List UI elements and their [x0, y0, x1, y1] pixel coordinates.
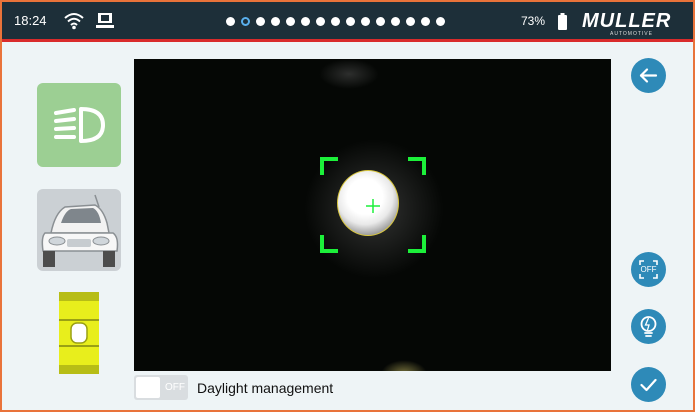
page-indicator — [226, 17, 445, 27]
confirm-button[interactable] — [631, 367, 666, 402]
level-icon — [59, 292, 99, 374]
page-dot[interactable] — [421, 17, 430, 26]
page-dot[interactable] — [331, 17, 340, 26]
headlight-mode-button[interactable] — [37, 83, 121, 167]
car-icon — [41, 194, 119, 267]
check-icon — [640, 378, 657, 392]
bulb-button[interactable] — [631, 309, 666, 344]
wifi-icon — [64, 13, 84, 30]
page-dot[interactable] — [406, 17, 415, 26]
page-dot[interactable] — [391, 17, 400, 26]
page-dot[interactable] — [376, 17, 385, 26]
headlight-icon — [54, 107, 105, 143]
page-dot[interactable] — [271, 17, 280, 26]
brand-logo: MULLER — [582, 10, 672, 32]
page-dot[interactable] — [436, 17, 445, 26]
page-dot[interactable] — [226, 17, 235, 26]
status-bar: 18:24 73% MULLER AUTOMOTIVE — [2, 2, 693, 42]
battery-icon — [558, 13, 567, 30]
vehicle-button[interactable] — [37, 189, 121, 271]
back-button[interactable] — [631, 58, 666, 93]
brand-subtitle: AUTOMOTIVE — [610, 31, 653, 37]
page-dot[interactable] — [361, 17, 370, 26]
off-label: OFF — [640, 265, 657, 274]
daylight-label: Daylight management — [197, 380, 334, 396]
device-icon — [96, 13, 114, 28]
page-dot[interactable] — [316, 17, 325, 26]
bulb-icon — [640, 316, 657, 337]
page-dot[interactable] — [256, 17, 265, 26]
toggle-knob — [136, 377, 160, 398]
toggle-state: OFF — [165, 382, 185, 393]
page-dot[interactable] — [241, 17, 250, 26]
camera-view[interactable] — [134, 59, 611, 371]
page-dot[interactable] — [286, 17, 295, 26]
daylight-toggle[interactable]: OFF — [134, 375, 188, 400]
target-frame — [320, 157, 426, 253]
fullscreen-off-button[interactable]: OFF — [631, 252, 666, 287]
page-dot[interactable] — [346, 17, 355, 26]
arrow-left-icon — [639, 68, 658, 83]
clock: 18:24 — [14, 13, 47, 28]
battery-percent: 73% — [521, 14, 546, 28]
page-dot[interactable] — [301, 17, 310, 26]
